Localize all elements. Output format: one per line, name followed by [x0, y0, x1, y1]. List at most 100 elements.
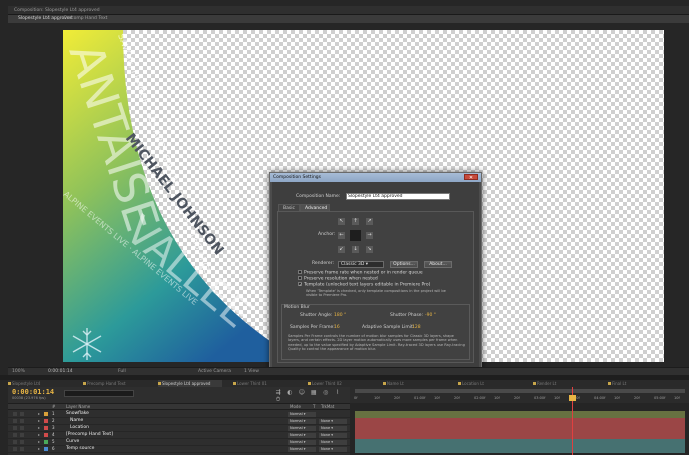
shy-layers-icon[interactable]: ☺ — [297, 389, 307, 396]
track-matte-dropdown[interactable]: None ▾ — [319, 433, 347, 438]
track-matte-dropdown[interactable]: None ▾ — [319, 426, 347, 431]
lock-icon[interactable] — [20, 440, 24, 444]
layer-search-input[interactable] — [64, 390, 134, 397]
timeline-tab[interactable]: Slopestyle Lt4 approved — [158, 380, 222, 387]
label-color-swatch[interactable] — [44, 433, 48, 437]
tab-advanced[interactable]: Advanced — [300, 204, 330, 211]
layer-duration-bar[interactable] — [355, 418, 685, 425]
time-ruler[interactable]: 0f 10f 20f 01:00f 10f 20f 02:00f 10f 20f 03:00f 10… — [350, 387, 689, 403]
shutter-angle-value[interactable]: 180 ° — [334, 313, 346, 319]
frame-blending-icon[interactable]: ▦ — [309, 389, 319, 396]
blend-mode-dropdown[interactable]: Normal ▾ — [288, 433, 316, 438]
samples-per-frame-value[interactable]: 16 — [334, 325, 340, 331]
about-button[interactable]: About... — [424, 261, 452, 268]
anchor-right-icon[interactable]: → — [366, 232, 373, 239]
layer-duration-bar[interactable] — [355, 425, 685, 432]
lock-icon[interactable] — [20, 426, 24, 430]
timeline-tab[interactable]: Slopestyle Lt4 — [8, 380, 72, 387]
timeline-tab[interactable]: Final Lt — [608, 380, 672, 387]
graph-editor-icon[interactable]: ⌇ — [333, 389, 343, 396]
tab-basic[interactable]: Basic — [278, 204, 300, 211]
track-matte-dropdown[interactable]: None ▾ — [319, 440, 347, 445]
expand-triangle-icon[interactable]: ▸ — [38, 418, 40, 424]
anchor-center-icon[interactable] — [350, 230, 361, 241]
shutter-phase-value[interactable]: -90 ° — [425, 313, 436, 319]
label-color-swatch[interactable] — [44, 419, 48, 423]
layer-row[interactable]: ▸ 6 Temp source Normal ▾ None ▾ — [8, 446, 350, 453]
layer-row[interactable]: ▸ 4 [Precomp Hand Text] Normal ▾ None ▾ — [8, 432, 350, 439]
adaptive-sample-limit-value[interactable]: 128 — [412, 325, 421, 331]
motion-blur-icon[interactable]: ◎ — [321, 389, 331, 396]
timeline-tab[interactable]: Render Lt — [533, 380, 597, 387]
layer-row[interactable]: ▸ 2 Name Normal ▾ None ▾ — [8, 418, 350, 425]
dialog-title-bar[interactable]: Composition Settings ✕ — [270, 173, 481, 182]
lock-icon[interactable] — [20, 419, 24, 423]
layer-name[interactable]: Location — [70, 425, 89, 431]
label-color-swatch[interactable] — [44, 447, 48, 451]
anchor-bottom-right-icon[interactable]: ↘ — [366, 246, 373, 253]
blend-mode-dropdown[interactable]: Normal ▾ — [288, 426, 316, 431]
label-color-swatch[interactable] — [44, 426, 48, 430]
current-time-indicator-head[interactable] — [569, 395, 576, 401]
anchor-bottom-icon[interactable]: ↓ — [352, 246, 359, 253]
anchor-top-icon[interactable]: ↑ — [352, 218, 359, 225]
lock-icon[interactable] — [20, 433, 24, 437]
expand-triangle-icon[interactable]: ▸ — [38, 425, 40, 431]
label-color-swatch[interactable] — [44, 440, 48, 444]
layer-name[interactable]: Snowflake — [66, 411, 89, 417]
expand-triangle-icon[interactable]: ▸ — [38, 411, 40, 417]
layer-name[interactable]: [Precomp Hand Text] — [66, 432, 113, 438]
timeline-tab[interactable]: Lower Third 01 — [233, 380, 297, 387]
timeline-graph[interactable]: 0f 10f 20f 01:00f 10f 20f 02:00f 10f 20f 03:00f 10… — [350, 387, 689, 455]
track-matte-dropdown[interactable]: None ▾ — [319, 419, 347, 424]
visibility-eye-icon[interactable] — [13, 419, 17, 423]
layer-name[interactable]: Name — [70, 418, 83, 424]
layer-duration-bar[interactable] — [355, 411, 685, 418]
timeline-tab[interactable]: Name Lt — [383, 380, 447, 387]
breadcrumb-precomp[interactable]: Precomp Hand Text — [64, 15, 107, 23]
blend-mode-dropdown[interactable]: Normal ▾ — [288, 440, 316, 445]
expand-triangle-icon[interactable]: ▸ — [38, 446, 40, 452]
visibility-eye-icon[interactable] — [13, 433, 17, 437]
label-color-swatch[interactable] — [44, 412, 48, 416]
layer-row[interactable]: ▸ 5 Curve Normal ▾ None ▾ — [8, 439, 350, 446]
anchor-top-left-icon[interactable]: ↖ — [338, 218, 345, 225]
composition-viewer[interactable]: ANTAISE VALLEE SAVOIE, FRANCE · LES ARCS… — [8, 23, 689, 386]
timeline-tab[interactable]: Lower Third 02 — [308, 380, 372, 387]
draft-3d-icon[interactable]: ◐ — [285, 389, 295, 396]
lock-icon[interactable] — [20, 412, 24, 416]
comp-mini-flowchart-icon[interactable]: ⇶ — [273, 389, 283, 396]
col-layer-name[interactable]: Layer Name — [66, 404, 90, 410]
track-matte-dropdown[interactable]: None ▾ — [319, 447, 347, 452]
visibility-eye-icon[interactable] — [13, 440, 17, 444]
layer-row[interactable]: ▸ 1 Snowflake Normal ▾ — [8, 411, 350, 418]
layer-duration-bar[interactable] — [355, 432, 685, 439]
timeline-tab[interactable]: Location Lt — [458, 380, 522, 387]
blend-mode-dropdown[interactable]: Normal ▾ — [288, 447, 316, 452]
lock-icon[interactable] — [20, 447, 24, 451]
anchor-left-icon[interactable]: ← — [338, 232, 345, 239]
work-area-bar[interactable] — [355, 389, 685, 393]
visibility-eye-icon[interactable] — [13, 447, 17, 451]
blend-mode-dropdown[interactable]: Normal ▾ — [288, 419, 316, 424]
visibility-eye-icon[interactable] — [13, 426, 17, 430]
template-checkbox[interactable]: ✓ Template (unlocked text layers editable… — [298, 282, 430, 289]
anchor-top-right-icon[interactable]: ↗ — [366, 218, 373, 225]
blend-mode-dropdown[interactable]: Normal ▾ — [288, 412, 316, 417]
layer-duration-bar[interactable] — [355, 446, 685, 453]
timeline-tab[interactable]: Precomp Hand Text — [83, 380, 147, 387]
layer-name[interactable]: Curve — [66, 439, 79, 445]
expand-triangle-icon[interactable]: ▸ — [38, 432, 40, 438]
options-button[interactable]: Options... — [390, 261, 418, 268]
layer-name[interactable]: Temp source — [66, 446, 94, 452]
close-icon[interactable]: ✕ — [464, 174, 478, 181]
composition-tab[interactable]: Composition: Slopestyle Lt4 approved — [10, 7, 104, 14]
anchor-bottom-left-icon[interactable]: ↙ — [338, 246, 345, 253]
layer-row[interactable]: ▸ 3 Location Normal ▾ None ▾ — [8, 425, 350, 432]
expand-triangle-icon[interactable]: ▸ — [38, 439, 40, 445]
renderer-select[interactable]: Classic 3D ▾ — [338, 261, 384, 268]
visibility-eye-icon[interactable] — [13, 412, 17, 416]
layer-duration-bar[interactable] — [355, 439, 685, 446]
timeline-timecode[interactable]: 0:00:01:14 — [12, 388, 54, 396]
comp-name-field[interactable]: Slopestyle Lt4 approved — [346, 193, 450, 200]
